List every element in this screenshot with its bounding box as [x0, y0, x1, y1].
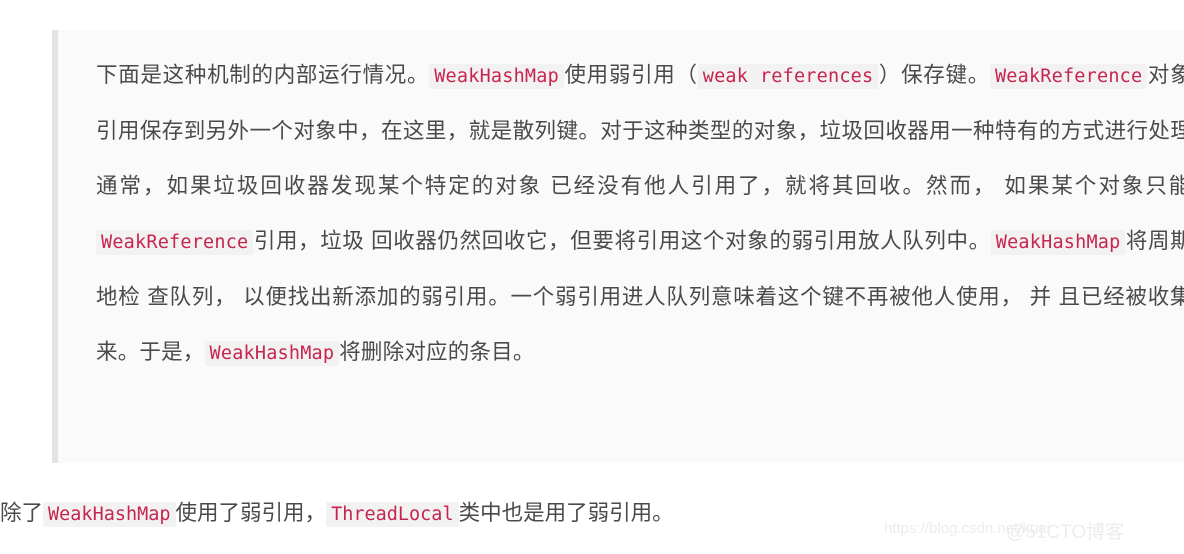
text-segment: 使用弱引用（: [563, 63, 698, 87]
inline-code-threadlocal: ThreadLocal: [326, 502, 459, 527]
inline-code-weakreference-2: WeakReference: [96, 230, 254, 255]
text-segment: ）保存键。: [878, 63, 990, 87]
inline-code-weakhashmap-4: WeakHashMap: [43, 502, 176, 527]
text-segment: 类中也是用了弱引用。: [458, 501, 674, 525]
article-blockquote: 下面是这种机制的内部运行情况。 WeakHashMap 使用弱引用（ weak ref…: [52, 30, 1184, 463]
inline-code-weakhashmap: WeakHashMap: [429, 64, 564, 89]
inline-code-weakhashmap-3: WeakHashMap: [204, 341, 340, 366]
inline-code-weakreference: WeakReference: [989, 64, 1148, 89]
text-segment: 引用，垃圾 回收器仍然回收它，但要将引用这个对象的弱引用放人队列中。: [253, 229, 991, 253]
text-segment: 下面是这种机制的内部运行情况。: [96, 63, 430, 87]
text-segment: 使用了弱引用，: [175, 501, 327, 525]
inline-code-weak-references: weak references: [697, 64, 879, 89]
blockquote-paragraph: 下面是这种机制的内部运行情况。 WeakHashMap 使用弱引用（ weak ref…: [96, 48, 1184, 381]
text-segment: 将删除对应的条目。: [339, 340, 535, 364]
text-segment: 除了: [0, 501, 44, 525]
closing-paragraph: 除了 WeakHashMap 使用了弱引用， ThreadLocal 类中也是用了弱引用…: [0, 492, 1184, 536]
inline-code-weakhashmap-2: WeakHashMap: [990, 230, 1126, 255]
